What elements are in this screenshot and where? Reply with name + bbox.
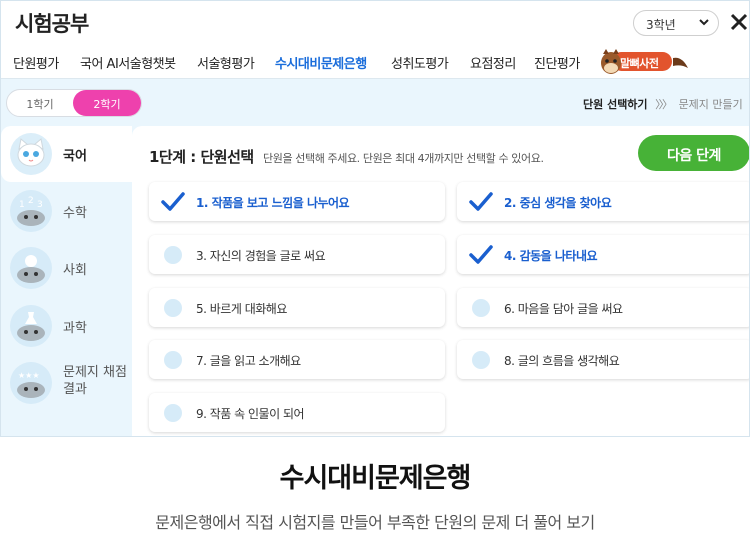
sidebar-item-math[interactable]: 1 2 3 수학 xyxy=(1,183,132,239)
svg-text:2: 2 xyxy=(28,196,34,206)
nav-item-question-bank[interactable]: 수시대비문제은행 xyxy=(275,53,367,72)
unselected-dot-icon xyxy=(164,246,182,264)
main-nav: 단원평가 국어 AI서술형챗봇 서술형평가 수시대비문제은행 성취도평가 요점정… xyxy=(1,43,749,79)
flask-icon xyxy=(10,305,52,347)
svg-text:3: 3 xyxy=(37,200,43,210)
step-breadcrumb: 단원 선택하기 〉〉〉 문제지 만들기 xyxy=(583,96,743,112)
unselected-dot-icon xyxy=(472,351,490,369)
tail-icon xyxy=(673,57,688,68)
unit-item[interactable]: 2. 중심 생각을 찾아요 xyxy=(457,182,749,221)
sidebar-label-science: 과학 xyxy=(63,321,87,336)
nav-item-essay-test[interactable]: 서술형평가 xyxy=(197,53,255,72)
nav-item-summary[interactable]: 요점정리 xyxy=(470,53,516,72)
semester-2-button[interactable]: 2학기 xyxy=(73,90,141,116)
check-icon xyxy=(161,192,185,211)
semester-1-button[interactable]: 1학기 xyxy=(7,90,73,116)
check-icon xyxy=(469,245,493,264)
nav-item-ai-chatbot[interactable]: 국어 AI서술형챗봇 xyxy=(80,53,176,72)
sidebar-label-korean: 국어 xyxy=(63,149,87,164)
panel-title: 1단계 : 단원선택 xyxy=(149,148,254,166)
grade-select[interactable]: 3학년 xyxy=(633,10,719,36)
unit-label: 6. 마음을 담아 글을 써요 xyxy=(504,302,623,316)
unit-item[interactable]: 5. 바르게 대화해요 xyxy=(149,288,445,327)
chevron-down-icon xyxy=(699,19,709,26)
sidebar-label-grading-results: 문제지 채점 결과 xyxy=(63,364,127,398)
unit-label: 5. 바르게 대화해요 xyxy=(196,302,287,316)
app-title: 시험공부 xyxy=(15,12,89,36)
unit-item[interactable]: 1. 작품을 보고 느낌을 나누어요 xyxy=(149,182,445,221)
sidebar-item-grading-results[interactable]: ★★★ 문제지 채점 결과 xyxy=(1,355,132,411)
check-icon xyxy=(469,192,493,211)
unit-item[interactable]: 9. 작품 속 인물이 되어 xyxy=(149,393,445,432)
unselected-dot-icon xyxy=(472,299,490,317)
cat-icon xyxy=(10,133,52,175)
unit-label: 7. 글을 읽고 소개해요 xyxy=(196,354,301,368)
nav-item-unit-test[interactable]: 단원평가 xyxy=(13,53,59,72)
globe-icon xyxy=(10,247,52,289)
unit-item[interactable]: 8. 글의 흐름을 생각해요 xyxy=(457,340,749,379)
app-window: 시험공부 3학년 단원평가 국어 AI서술형챗봇 서술형평가 수시대비문제은행 … xyxy=(0,0,750,437)
horse-icon xyxy=(601,49,621,74)
step-next: 문제지 만들기 xyxy=(678,98,743,111)
nav-item-diagnostic-test[interactable]: 진단평가 xyxy=(534,53,580,72)
caption-title: 수시대비문제은행 xyxy=(279,463,472,494)
close-icon[interactable] xyxy=(730,13,748,31)
unselected-dot-icon xyxy=(164,299,182,317)
sidebar-item-social[interactable]: 사회 xyxy=(1,240,132,296)
step-current: 단원 선택하기 xyxy=(583,98,648,111)
unselected-dot-icon xyxy=(164,404,182,422)
sidebar-label-social: 사회 xyxy=(63,263,87,278)
unit-item[interactable]: 4. 감동을 나타내요 xyxy=(457,235,749,274)
unselected-dot-icon xyxy=(164,351,182,369)
stars-icon: ★★★ xyxy=(10,362,52,404)
unit-item[interactable]: 7. 글을 읽고 소개해요 xyxy=(149,340,445,379)
step-separator: 〉〉〉 xyxy=(655,98,673,111)
caption-subtitle: 문제은행에서 직접 시험지를 만들어 부족한 단원의 문제 더 풀어 보기 xyxy=(155,513,595,532)
unit-label: 1. 작품을 보고 느낌을 나누어요 xyxy=(196,196,350,210)
next-step-button[interactable]: 다음 단계 xyxy=(638,135,749,171)
top-bar: 시험공부 3학년 xyxy=(1,1,749,43)
svg-text:★★★: ★★★ xyxy=(18,371,40,380)
unit-label: 8. 글의 흐름을 생각해요 xyxy=(504,354,620,368)
unit-item[interactable]: 3. 자신의 경험을 글로 써요 xyxy=(149,235,445,274)
nav-item-achievement-test[interactable]: 성취도평가 xyxy=(391,53,449,72)
sidebar-item-korean[interactable]: 국어 xyxy=(1,126,132,182)
numbers-icon: 1 2 3 xyxy=(10,190,52,232)
svg-text:1: 1 xyxy=(19,200,25,210)
grading-label-line-1: 문제지 채점 결과 xyxy=(63,365,127,397)
sidebar-label-math: 수학 xyxy=(63,206,87,221)
unit-selection-panel: 1단계 : 단원선택 단원을 선택해 주세요. 단원은 최대 4개까지만 선택할… xyxy=(132,126,749,436)
dictionary-button[interactable]: 말뼈사전 xyxy=(598,48,690,75)
semester-toggle: 1학기 2학기 xyxy=(6,89,142,117)
unit-label: 2. 중심 생각을 찾아요 xyxy=(504,196,612,210)
unit-label: 4. 감동을 나타내요 xyxy=(504,249,598,263)
sidebar-item-science[interactable]: 과학 xyxy=(1,298,132,354)
panel-description: 단원을 선택해 주세요. 단원은 최대 4개까지만 선택할 수 있어요. xyxy=(263,152,544,165)
unit-label: 3. 자신의 경험을 글로 써요 xyxy=(196,249,326,263)
unit-item[interactable]: 6. 마음을 담아 글을 써요 xyxy=(457,288,749,327)
grade-select-value: 3학년 xyxy=(646,18,676,32)
unit-label: 9. 작품 속 인물이 되어 xyxy=(196,407,305,421)
